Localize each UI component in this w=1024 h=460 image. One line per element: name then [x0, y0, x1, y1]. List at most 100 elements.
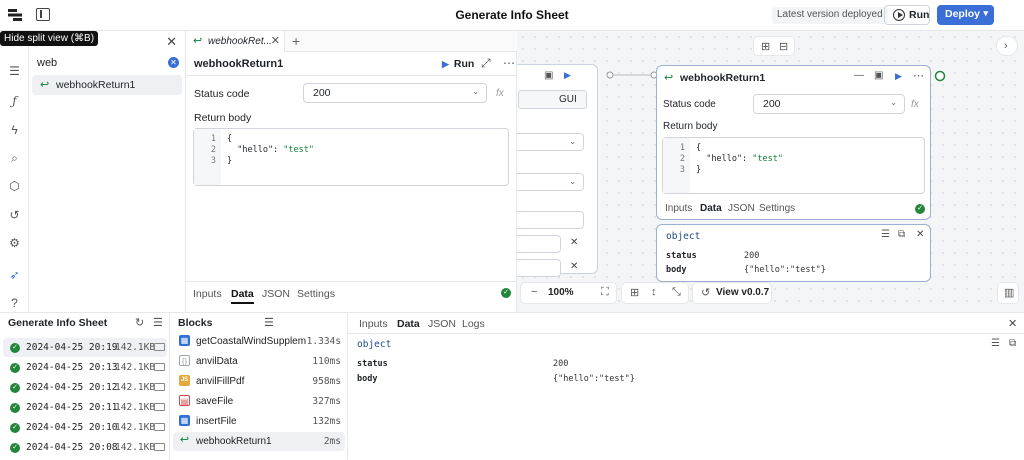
filter-icon[interactable]: ☰ [153, 316, 163, 329]
tab-json[interactable]: JSON [262, 288, 290, 300]
deploy-button[interactable]: Deploy ▾ [937, 5, 994, 25]
search-input[interactable]: web ✕ [29, 53, 186, 73]
block-row[interactable]: ↩ webhookReturn1 2ms [173, 432, 345, 451]
tab-data[interactable]: Data [231, 288, 254, 304]
run-row[interactable]: ✓ 2024-04-25 20:10 142.1KB [3, 418, 167, 437]
output-tab-logs[interactable]: Logs [462, 318, 485, 330]
minimize-icon[interactable]: — [854, 70, 864, 81]
partial-input[interactable] [517, 259, 561, 277]
editor-tab[interactable]: ↩ webhookRet... ✕ [186, 31, 285, 52]
function-icon[interactable]: ƒ [8, 95, 21, 108]
code-line: 3 } [194, 156, 508, 167]
tab-settings[interactable]: Settings [297, 288, 335, 300]
partial-select[interactable]: ⌄ [517, 173, 584, 191]
block-run-label: Run [453, 58, 475, 70]
close-icon[interactable]: ✕ [1008, 317, 1017, 330]
close-icon[interactable]: ✕ [916, 229, 924, 240]
run-row[interactable]: ✓ 2024-04-25 20:19 142.1KB [3, 338, 167, 357]
layout-icon[interactable]: ⊞ [630, 286, 639, 299]
history-icon[interactable]: ↺ [8, 209, 21, 222]
node-status-code-select[interactable]: 200 ⌄ [753, 94, 905, 114]
panel-toggle-button[interactable]: ▥ [997, 282, 1019, 304]
output-tab-data[interactable]: Data [397, 318, 420, 330]
node-code-editor[interactable]: 1 { 2 "hello": "test" 3 } [662, 137, 925, 194]
gear-icon[interactable]: ⚙ [8, 237, 21, 250]
line-number: 1 [679, 143, 685, 153]
code-key: "hello": [696, 154, 753, 164]
run-row[interactable]: ✓ 2024-04-25 20:08 142.1KB [3, 438, 167, 457]
runs-title: Generate Info Sheet [8, 317, 108, 329]
cube-icon[interactable]: ⬡ [8, 180, 21, 193]
output-tab-json[interactable]: JSON [428, 318, 456, 330]
output-handle[interactable] [934, 70, 946, 82]
collapse-icon[interactable]: ⤡ [672, 286, 681, 299]
block-run-button[interactable]: ▶ Run [442, 58, 474, 70]
code-key: "hello": [227, 145, 284, 155]
partial-input[interactable] [517, 235, 561, 253]
node-tab-inputs[interactable]: Inputs [665, 203, 692, 214]
node-tab-data[interactable]: Data [700, 203, 722, 214]
view-version-button[interactable]: ↺ View v0.0.7 [692, 282, 772, 304]
partial-input[interactable] [517, 211, 584, 229]
play-icon[interactable]: ▶ [895, 71, 902, 82]
list-icon[interactable]: ☰ [8, 65, 21, 78]
play-icon[interactable]: ▶ [564, 70, 571, 81]
run-row[interactable]: ✓ 2024-04-25 20:11 142.1KB [3, 398, 167, 417]
block-duration: 110ms [312, 356, 341, 367]
close-icon[interactable]: ✕ [570, 261, 578, 272]
run-button[interactable]: Run [884, 5, 930, 25]
status-code-select[interactable]: 200 ⌄ [303, 83, 487, 103]
mode-toggle[interactable]: GUI [518, 90, 587, 109]
table-icon: ▦ [179, 335, 190, 346]
node-tab-json[interactable]: JSON [728, 203, 755, 214]
run-row[interactable]: ✓ 2024-04-25 20:12 142.1KB [3, 378, 167, 397]
block-row[interactable]: {} anvilData 110ms [173, 352, 345, 371]
fx-toggle[interactable]: fx [496, 88, 504, 99]
align-icon[interactable]: ⊟ [779, 40, 788, 53]
search-icon[interactable]: ⌕ [8, 152, 21, 165]
run-mode-icon[interactable]: ▣ [874, 70, 883, 81]
more-options-icon[interactable]: ⋯ [913, 69, 924, 82]
clear-search-icon[interactable]: ✕ [168, 57, 179, 68]
filter-icon[interactable]: ☰ [991, 338, 1000, 349]
close-icon[interactable]: ✕ [166, 34, 177, 50]
filter-icon[interactable]: ☰ [881, 229, 890, 240]
copy-icon[interactable]: ⧉ [1009, 338, 1016, 349]
fx-toggle[interactable]: fx [911, 99, 919, 110]
more-options-icon[interactable]: ⋯ [503, 56, 515, 70]
chevron-down-icon: ⌄ [569, 177, 576, 186]
expand-right-button[interactable]: › [996, 36, 1018, 56]
return-body-code-editor[interactable]: 1 { 2 "hello": "test" 3 } [193, 128, 509, 186]
run-size: 142.1KB [115, 382, 156, 393]
zoom-out-icon[interactable]: − [531, 286, 537, 298]
partial-node[interactable]: ▣ ▶ GUI ⌄ ⌄ ✕ ✕ [517, 64, 598, 277]
webhook-return-node[interactable]: ↩ webhookReturn1 — ▣ ▶ ⋯ Status code 200… [656, 65, 931, 220]
block-row[interactable]: ▦ getCoastalWindSupplem... 1.334s [173, 332, 345, 351]
block-row[interactable]: ▦ insertFile 132ms [173, 412, 345, 431]
rocket-icon[interactable]: ➶ [8, 269, 21, 282]
filter-icon[interactable]: ☰ [264, 316, 274, 329]
expand-icon[interactable]: ⤢ [481, 56, 491, 71]
output-tab-inputs[interactable]: Inputs [359, 318, 388, 330]
webhook-return-icon: ↩ [40, 79, 50, 91]
success-check-icon: ✓ [915, 204, 925, 214]
add-tab-icon[interactable]: + [292, 33, 300, 49]
search-result-item[interactable]: ↩ webhookReturn1 [32, 75, 182, 95]
copy-icon[interactable]: ⧉ [898, 229, 905, 240]
help-icon[interactable]: ? [8, 297, 21, 310]
workflow-canvas[interactable]: ⊞ ⊟ › ▣ ▶ GUI ⌄ ⌄ ✕ ✕ ↩ webhookReturn1 —… [517, 31, 1024, 312]
close-icon[interactable]: ✕ [570, 237, 578, 248]
run-row[interactable]: ✓ 2024-04-25 20:13 142.1KB [3, 358, 167, 377]
layout-icon[interactable]: ⊞ [761, 40, 770, 53]
block-row[interactable]: JS anvilFillPdf 958ms [173, 372, 345, 391]
lightning-icon[interactable]: ϟ [8, 124, 21, 137]
block-row[interactable]: ▤ saveFile 327ms [173, 392, 345, 411]
fit-view-icon[interactable]: ⛶ [601, 286, 609, 299]
node-tab-settings[interactable]: Settings [759, 203, 795, 214]
panel-icon: ▥ [1004, 287, 1015, 299]
partial-select[interactable]: ⌄ [517, 133, 584, 151]
tab-inputs[interactable]: Inputs [193, 288, 222, 300]
close-tab-icon[interactable]: ✕ [271, 34, 280, 47]
expand-vertical-icon[interactable]: ↕ [651, 286, 657, 298]
refresh-icon[interactable]: ↻ [135, 316, 144, 329]
